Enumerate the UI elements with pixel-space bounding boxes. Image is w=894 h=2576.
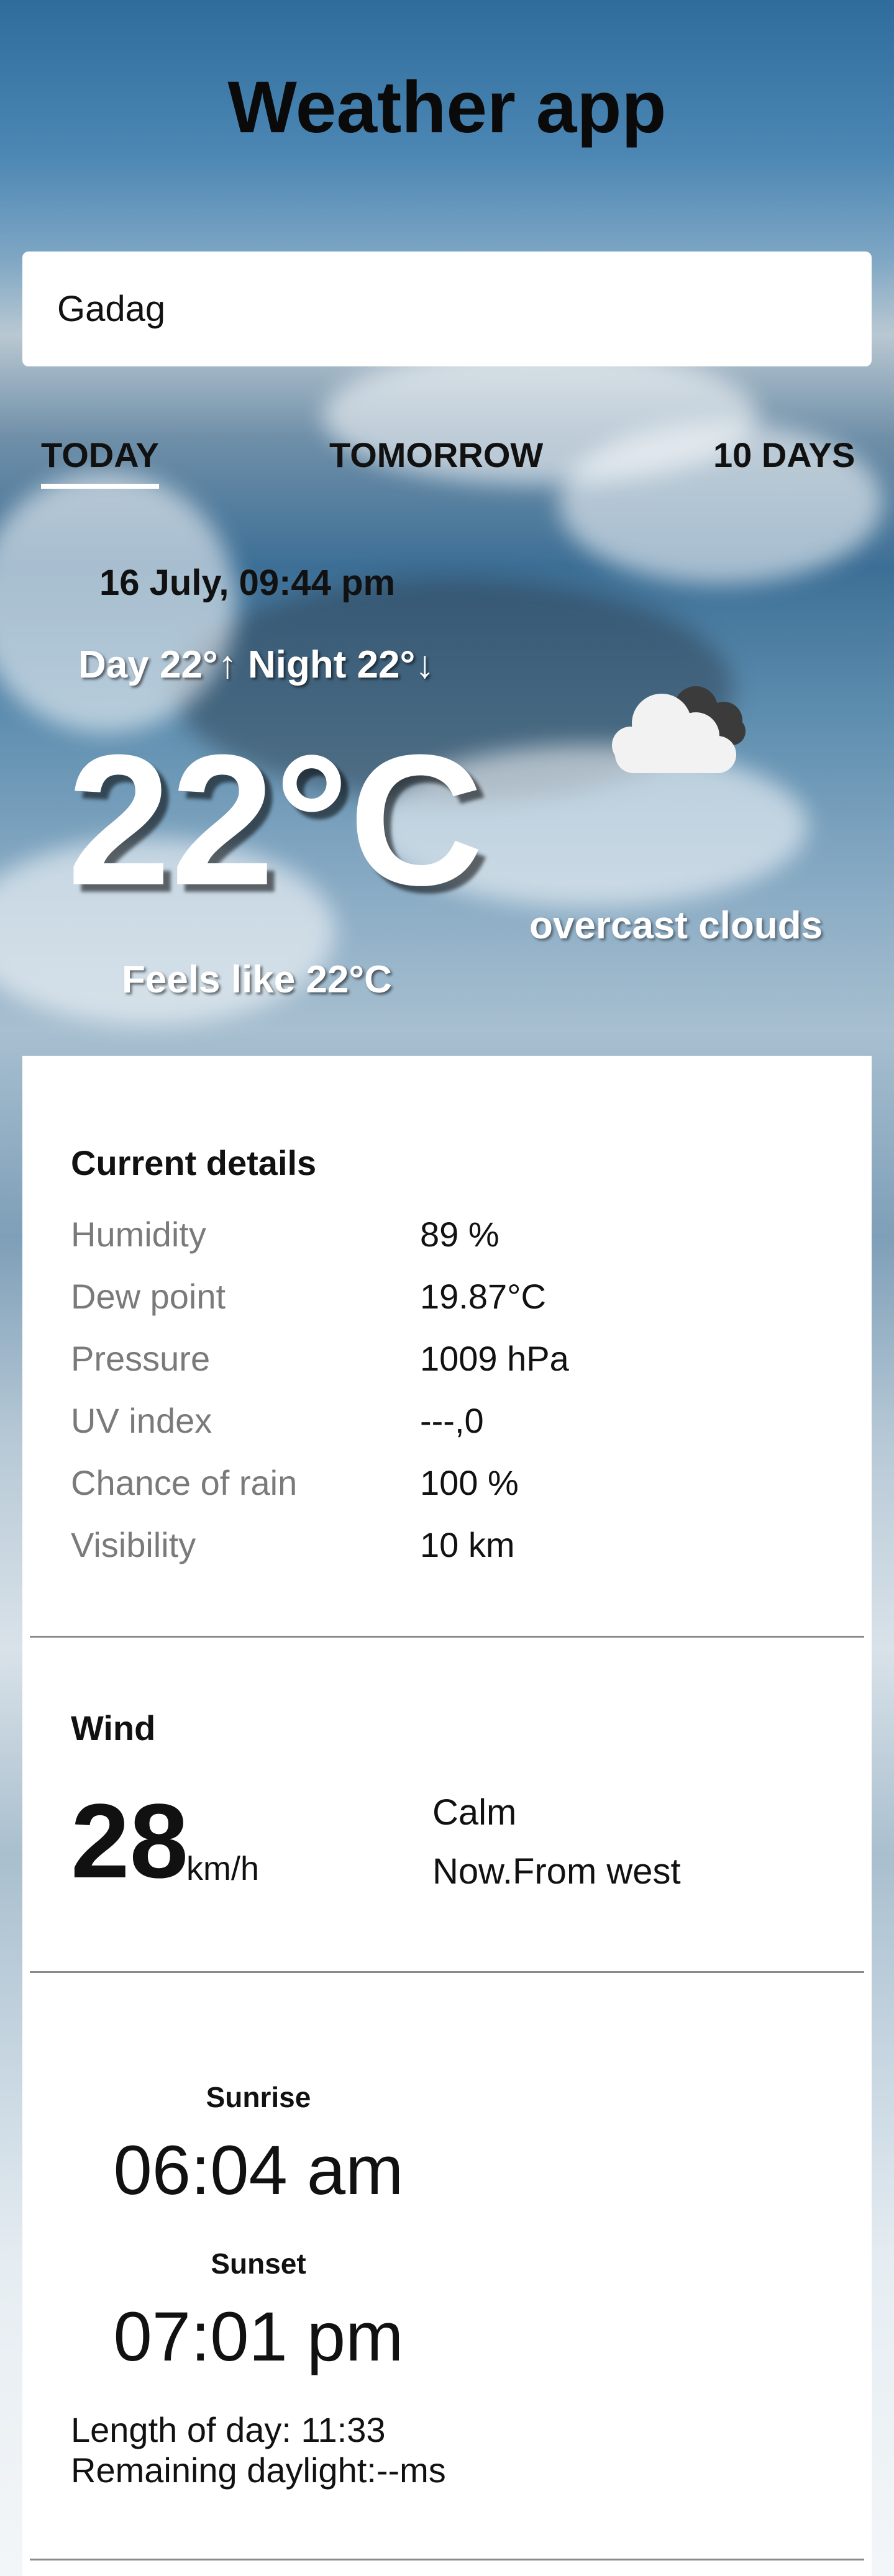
tab-10-days[interactable]: 10 DAYS: [713, 435, 855, 475]
wind-direction: Now.From west: [432, 1851, 681, 1892]
remaining-daylight: Remaining daylight:--ms: [71, 2451, 446, 2490]
chance-of-rain-value: 100 %: [420, 1463, 519, 1502]
pressure-value: 1009 hPa: [420, 1339, 569, 1378]
visibility-value: 10 km: [420, 1525, 515, 1564]
section-divider: [30, 1971, 864, 1973]
feels-like: Feels like 22°C: [122, 958, 392, 1001]
city-search-input[interactable]: [22, 252, 872, 366]
tab-tomorrow[interactable]: TOMORROW: [329, 435, 543, 475]
wind-unit: km/h: [186, 1850, 260, 1887]
pressure-label: Pressure: [71, 1339, 211, 1378]
dew-point-value: 19.87°C: [420, 1277, 546, 1316]
details-panel: Current details Humidity 89 % Dew point …: [22, 1056, 872, 2576]
current-date: 16 July, 09:44 pm: [99, 563, 396, 603]
uv-index-value: ---,0: [420, 1401, 484, 1440]
chance-of-rain-label: Chance of rain: [71, 1463, 298, 1502]
overcast-clouds-icon: [612, 686, 746, 773]
wind-description: Calm: [432, 1792, 517, 1833]
day-night-temps: Day 22°↑ Night 22°↓: [78, 643, 435, 686]
day-length: Length of day: 11:33: [71, 2410, 386, 2449]
sunrise-label: Sunrise: [206, 2081, 311, 2113]
weather-condition: overcast clouds: [529, 904, 823, 947]
wind-title: Wind: [71, 1708, 156, 1748]
sunset-label: Sunset: [211, 2247, 306, 2280]
current-details-title: Current details: [71, 1143, 317, 1182]
humidity-value: 89 %: [420, 1215, 499, 1254]
sunset-time: 07:01 pm: [113, 2298, 404, 2375]
section-divider: [30, 1636, 864, 1638]
visibility-label: Visibility: [71, 1525, 196, 1564]
sunrise-time: 06:04 am: [113, 2131, 404, 2209]
app-title: Weather app: [227, 66, 667, 148]
humidity-label: Humidity: [71, 1215, 206, 1254]
uv-index-label: UV index: [71, 1401, 212, 1440]
dew-point-label: Dew point: [71, 1277, 226, 1316]
section-divider: [30, 2559, 864, 2560]
wind-speed: 28: [71, 1782, 189, 1900]
tab-today[interactable]: TODAY: [41, 435, 159, 489]
current-temperature: 22°C: [67, 715, 484, 924]
